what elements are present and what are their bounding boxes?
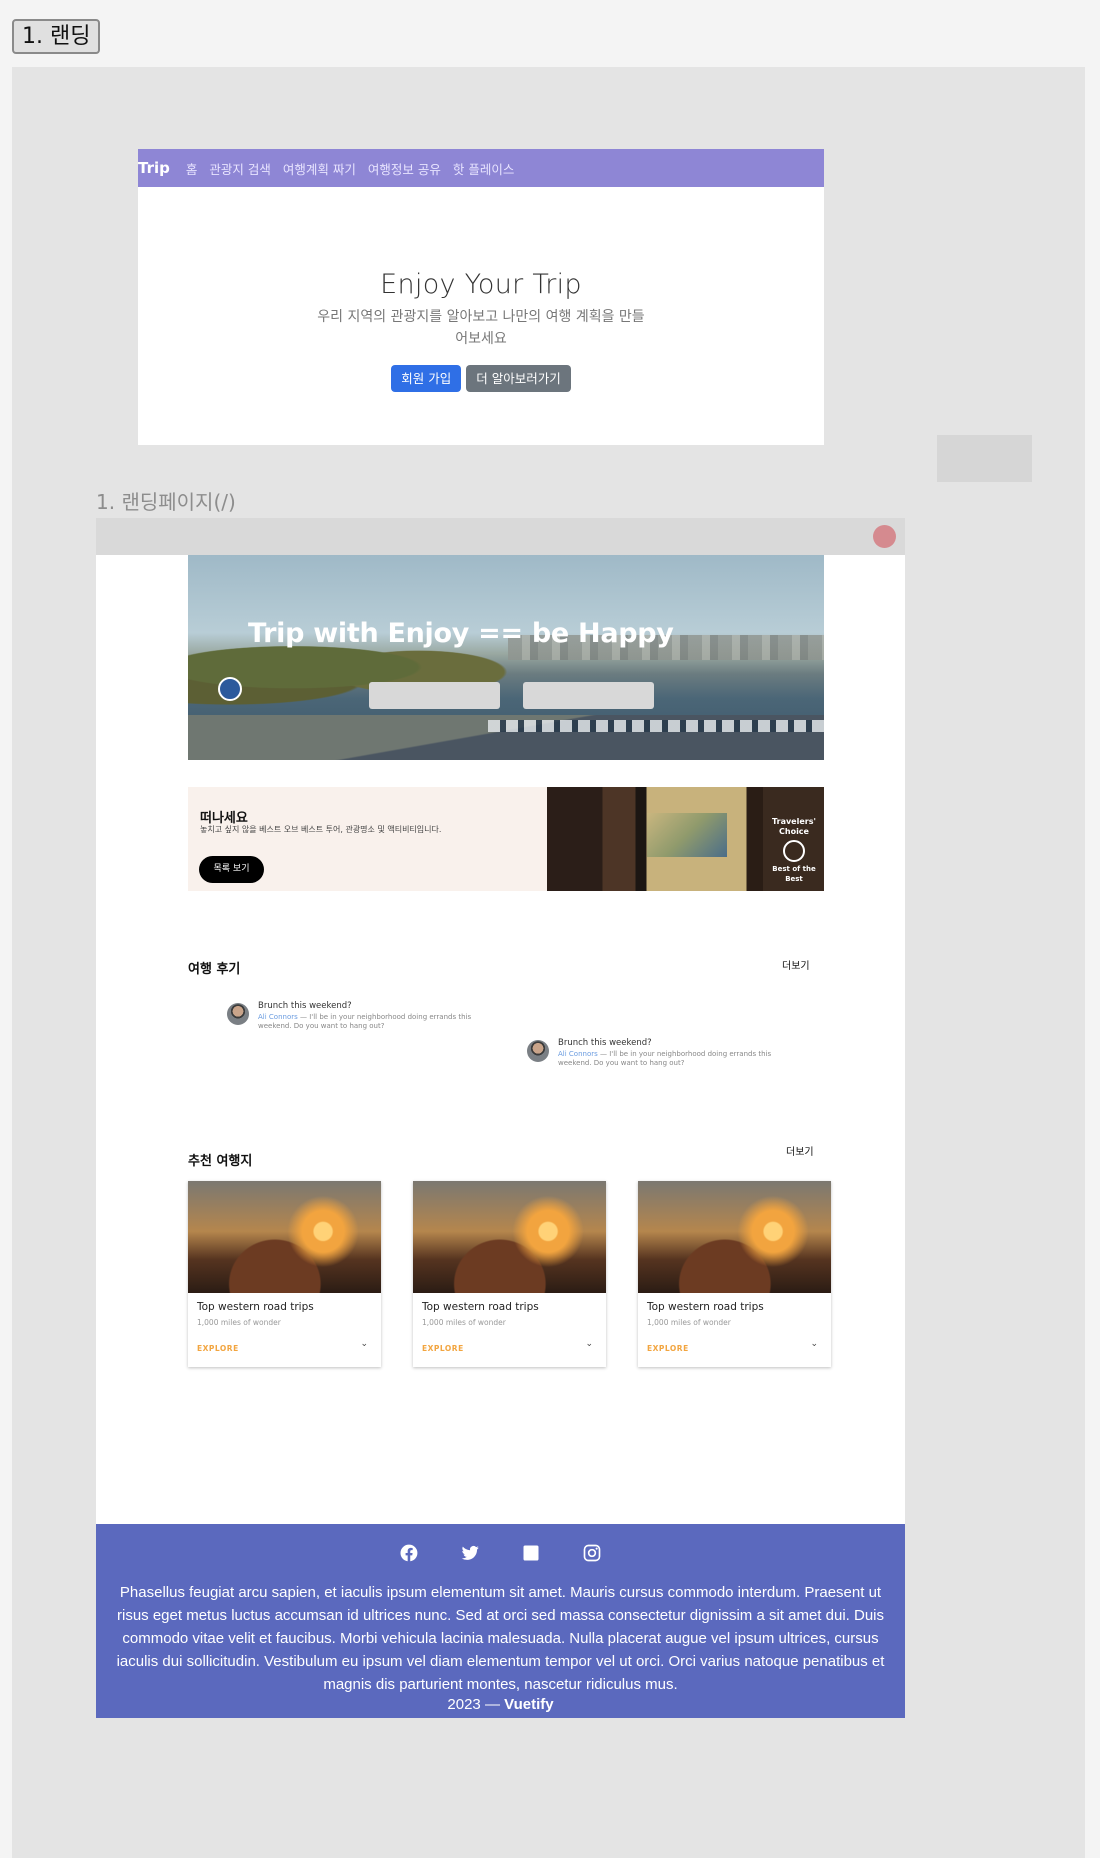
landing-mockup-vuetify: Trip with Enjoy == be Happy 떠나세요 놓치고 싶지 …: [96, 518, 905, 1718]
navbar: Trip 홈 관광지 검색 여행계획 짜기 여행정보 공유 핫 플레이스: [138, 149, 824, 187]
badge-line-1: Travelers': [772, 817, 816, 826]
section-label: 1. 랜딩페이지(/): [96, 490, 236, 514]
review-author: Ali Connors: [258, 1013, 298, 1021]
footer: Phasellus feugiat arcu sapien, et iaculi…: [96, 1524, 905, 1718]
twitter-icon[interactable]: [460, 1543, 480, 1567]
copyright-brand: Vuetify: [504, 1696, 554, 1713]
hero-banner-title: Trip with Enjoy == be Happy: [248, 618, 674, 649]
page-tab[interactable]: 1. 랜딩: [12, 19, 101, 54]
explore-button[interactable]: EXPLORE: [197, 1344, 239, 1353]
badge-line-2: Choice: [779, 827, 809, 836]
card-title: Top western road trips: [197, 1301, 314, 1313]
recommend-title: 추천 여행지: [188, 1154, 253, 1169]
chevron-down-icon[interactable]: ⌄: [585, 1339, 593, 1349]
promo-banner: 떠나세요 놓치고 싶지 않을 베스트 오브 베스트 투어, 관광명소 및 액티비…: [188, 787, 824, 891]
mockup-top-bar: [96, 518, 905, 555]
travelers-choice-badge: Travelers' Choice Best of the Best: [771, 817, 817, 883]
badge-line-3: Best of the Best: [772, 865, 816, 883]
landing-mockup-bootstrap: Trip 홈 관광지 검색 여행계획 짜기 여행정보 공유 핫 플레이스 Enj…: [138, 149, 824, 445]
card-image: [413, 1181, 606, 1293]
signup-button[interactable]: 회원 가입: [391, 365, 462, 392]
learn-more-button[interactable]: 더 알아보러가기: [466, 365, 571, 392]
nav-item-home[interactable]: 홈: [186, 159, 198, 178]
promo-text: 놓치고 싶지 않을 베스트 오브 베스트 투어, 관광명소 및 액티비티입니다.: [200, 825, 442, 834]
card-title: Top western road trips: [422, 1301, 539, 1313]
hero-subtitle: 우리 지역의 관광지를 알아보고 나만의 여행 계획을 만들어보세요: [317, 309, 645, 347]
hero-section: Enjoy Your Trip 우리 지역의 관광지를 알아보고 나만의 여행 …: [138, 187, 824, 392]
nav-item-search[interactable]: 관광지 검색: [209, 159, 270, 178]
hero-button-1[interactable]: [369, 682, 500, 709]
destination-card[interactable]: Top western road trips 1,000 miles of wo…: [413, 1181, 606, 1367]
explore-button[interactable]: EXPLORE: [647, 1344, 689, 1353]
footer-text: Phasellus feugiat arcu sapien, et iaculi…: [116, 1584, 885, 1693]
nav-item-plan[interactable]: 여행계획 짜기: [283, 159, 356, 178]
chevron-down-icon[interactable]: ⌄: [810, 1339, 818, 1349]
design-canvas: Trip 홈 관광지 검색 여행계획 짜기 여행정보 공유 핫 플레이스 Enj…: [12, 67, 1085, 1858]
owl-icon: [783, 840, 805, 862]
card-subtitle: 1,000 miles of wonder: [197, 1318, 281, 1327]
record-dot[interactable]: [873, 525, 896, 548]
destination-card[interactable]: Top western road trips 1,000 miles of wo…: [188, 1181, 381, 1367]
placeholder-box: [937, 435, 1032, 482]
instagram-icon[interactable]: [582, 1543, 602, 1567]
promo-image: Travelers' Choice Best of the Best: [547, 787, 824, 891]
painting: [647, 813, 727, 857]
view-list-button[interactable]: 목록 보기: [199, 856, 264, 883]
explore-button[interactable]: EXPLORE: [422, 1344, 464, 1353]
card-subtitle: 1,000 miles of wonder: [422, 1318, 506, 1327]
footer-copyright: 2023 — Vuetify: [96, 1696, 905, 1713]
card-title: Top western road trips: [647, 1301, 764, 1313]
review-author: Ali Connors: [558, 1050, 598, 1058]
destination-card[interactable]: Top western road trips 1,000 miles of wo…: [638, 1181, 831, 1367]
card-image: [638, 1181, 831, 1293]
review-body: Ali Connors — I'll be in your neighborho…: [558, 1050, 773, 1068]
review-heading: Brunch this weekend?: [558, 1038, 652, 1048]
linkedin-icon[interactable]: [521, 1543, 541, 1567]
avatar: [227, 1003, 249, 1025]
hero-banner: Trip with Enjoy == be Happy: [188, 555, 824, 760]
chevron-down-icon[interactable]: ⌄: [360, 1339, 368, 1349]
navbar-brand[interactable]: Trip: [138, 159, 170, 177]
card-image: [188, 1181, 381, 1293]
social-links: [96, 1524, 905, 1567]
nav-item-hotplace[interactable]: 핫 플레이스: [453, 159, 514, 178]
hero-title: Enjoy Your Trip: [380, 269, 582, 300]
nav-item-share[interactable]: 여행정보 공유: [368, 159, 441, 178]
facebook-icon[interactable]: [399, 1543, 419, 1567]
copyright-year: 2023 —: [447, 1696, 505, 1713]
reviews-more-link[interactable]: 더보기: [782, 957, 810, 972]
card-subtitle: 1,000 miles of wonder: [647, 1318, 731, 1327]
recommend-more-link[interactable]: 더보기: [786, 1143, 814, 1158]
swan-boats: [488, 720, 824, 732]
review-heading: Brunch this weekend?: [258, 1001, 352, 1011]
road-sign: [218, 677, 242, 701]
avatar: [527, 1040, 549, 1062]
review-body: Ali Connors — I'll be in your neighborho…: [258, 1013, 473, 1031]
reviews-title: 여행 후기: [188, 962, 241, 977]
hero-button-2[interactable]: [523, 682, 654, 709]
